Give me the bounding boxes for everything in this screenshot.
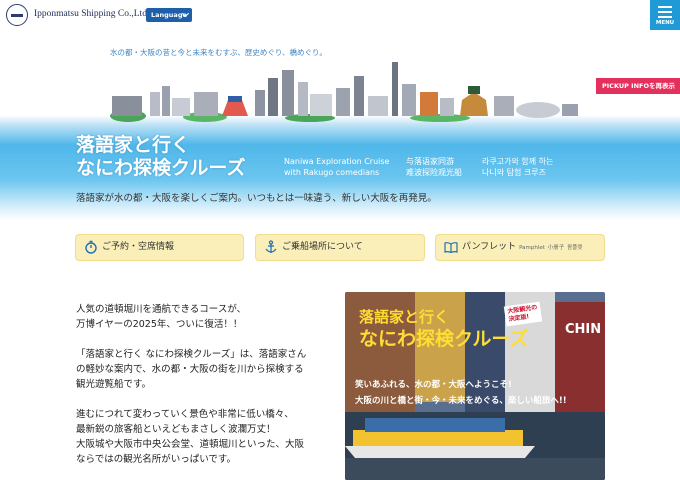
hamburger-icon — [658, 6, 672, 8]
hero-subtitle-zh: 与落语家同游 难波探险观光船 — [406, 157, 462, 177]
photo-caption-line1: 笑いあふれる、水の都・大阪へようこそ! — [355, 380, 512, 390]
photo-title-line2: なにわ探検クルーズ — [359, 328, 529, 350]
book-icon — [444, 242, 458, 254]
hero-subtitle-ko: 라쿠고가와 함께 하는 나니와 탐험 크루즈 — [482, 157, 554, 177]
hero-title: 落語家と行く なにわ探検クルーズ — [76, 134, 246, 179]
description-paragraph: 人気の道頓堀川を通航できるコースが、 万博イヤーの2025年、ついに復活！！ — [76, 304, 247, 330]
pamphlet-label: パンフレット Pamphlet 小册子 팜플렛 — [462, 242, 583, 252]
site-header: Ipponmatsu Shipping Co.,Ltd Language MEN… — [0, 0, 680, 30]
company-name[interactable]: Ipponmatsu Shipping Co.,Ltd — [34, 9, 147, 19]
description-paragraph: 「落語家と行く なにわ探検クルーズ」は、落語家さん の軽妙な案内で、水の都・大阪… — [76, 349, 307, 390]
boarding-location-button[interactable]: ご乗船場所について — [255, 234, 425, 261]
photo-sign-text: CHIN — [565, 322, 602, 337]
photo-caption-line2: 大阪の川と橋と街・今・未来をめぐる、楽しい船旅へ!! — [355, 396, 567, 406]
language-button[interactable]: Language — [146, 8, 192, 22]
menu-label: MENU — [655, 20, 675, 26]
hero-tagline: 水の都・大阪の昔と今と未来をむすぶ、歴史めぐり、橋めぐり。 — [110, 48, 327, 57]
hero-intro-text: 落語家が水の都・大阪を楽しくご案内。いつもとは一味違う、新しい大阪を再発見。 — [76, 193, 437, 204]
description-paragraph: 進むにつれて変わっていく景色や非常に低い橋々、 最新鋭の旅客船といえどもまさしく… — [76, 409, 305, 465]
cruise-description: 人気の道頓堀川を通航できるコースが、 万博イヤーの2025年、ついに復活！！ 「… — [76, 302, 336, 480]
reservation-label: ご予約・空席情報 — [102, 242, 175, 252]
company-logo-icon[interactable] — [6, 4, 28, 26]
hero-banner: 水の都・大阪の昔と今と未来をむすぶ、歴史めぐり、橋めぐり。 PICKUP INF — [0, 30, 680, 220]
pamphlet-button[interactable]: パンフレット Pamphlet 小册子 팜플렛 — [435, 234, 605, 261]
stopwatch-icon — [85, 240, 97, 254]
boarding-location-label: ご乗船場所について — [282, 242, 363, 252]
cruise-promo-photo: 落語家と行く なにわ探検クルーズ 大阪観光の 決定版! 笑いあふれる、水の都・大… — [345, 292, 605, 480]
menu-button[interactable]: MENU — [650, 0, 680, 30]
pickup-info-button[interactable]: PICKUP INFOを再表示 — [596, 78, 680, 94]
anchor-icon — [265, 240, 277, 253]
osaka-skyline-illustration — [110, 62, 578, 122]
hero-subtitle-en: Naniwa Exploration Cruise with Rakugo co… — [284, 157, 390, 177]
reservation-button[interactable]: ご予約・空席情報 — [75, 234, 244, 261]
